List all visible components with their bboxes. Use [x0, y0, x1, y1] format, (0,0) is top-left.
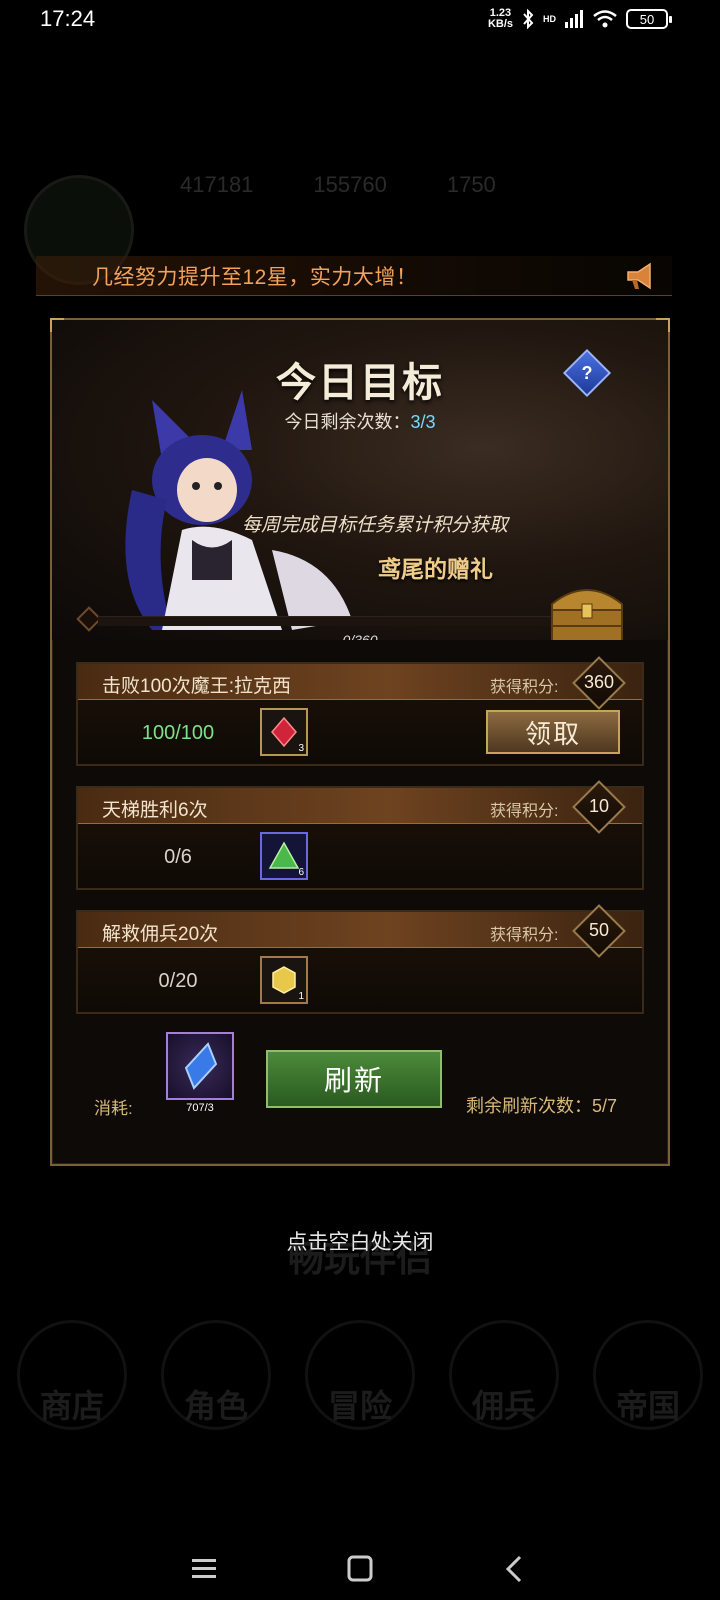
- task-title: 击败100次魔王:拉克西: [102, 676, 291, 697]
- weekly-hint: 每周完成目标任务累计积分获取: [242, 515, 509, 536]
- status-icons: 1.23 KB/s HD 50: [487, 7, 672, 30]
- reward-item-slot[interactable]: 6: [260, 832, 308, 880]
- power-value: 417181: [180, 172, 254, 197]
- claim-button[interactable]: 领取: [486, 710, 620, 754]
- blue-crystal-icon: [184, 1042, 218, 1090]
- battery-icon: 50: [626, 9, 672, 29]
- daily-goal-dialog: 今日目标 ? 今日剩余次数：3/3 每周完成目标任务累计积分获取 鸢尾的赠礼 0…: [50, 318, 670, 1166]
- status-time: 17:24: [40, 6, 96, 31]
- bluetooth-icon: [523, 9, 534, 29]
- item-count: 3: [298, 743, 304, 754]
- cost-count: 707/3: [186, 1102, 214, 1114]
- gold-value: 155760: [313, 172, 387, 197]
- item-count: 6: [298, 867, 304, 878]
- refresh-button[interactable]: 刷新: [266, 1050, 442, 1108]
- points-label: 获得积分:: [490, 803, 559, 820]
- treasure-chest-icon[interactable]: [546, 582, 628, 640]
- hero-banner: 今日目标 ? 今日剩余次数：3/3 每周完成目标任务累计积分获取 鸢尾的赠礼 0…: [52, 320, 668, 640]
- close-hint[interactable]: 点击空白处关闭: [0, 1226, 720, 1256]
- home-icon[interactable]: [340, 1554, 380, 1584]
- task-title: 解救佣兵20次: [102, 924, 219, 945]
- nav-empire: 帝国: [593, 1320, 703, 1430]
- reward-name: 鸢尾的赠礼: [378, 556, 493, 582]
- notice-bar: 几经努力提升至12星，实力大增！: [36, 256, 672, 296]
- back-icon[interactable]: [496, 1554, 536, 1584]
- reward-item-slot[interactable]: 1: [260, 956, 308, 1004]
- status-bar: 17:24 1.23 KB/s HD 50: [0, 0, 720, 40]
- task-header: 天梯胜利6次 获得积分: 10: [78, 780, 642, 834]
- task-title: 天梯胜利6次: [102, 800, 208, 821]
- task-card: 解救佣兵20次 获得积分: 50 0/20 1: [76, 904, 644, 1014]
- nav-shop: 商店: [17, 1320, 127, 1430]
- signal-icon: [565, 10, 583, 28]
- cost-label: 消耗:: [94, 1099, 133, 1118]
- points-progress-bar: [98, 616, 568, 626]
- nav-adventure: 冒险: [305, 1320, 415, 1430]
- wifi-icon: [593, 10, 617, 28]
- task-card: 击败100次魔王:拉克西 获得积分: 360 100/100 3 领取: [76, 656, 644, 766]
- refresh-remaining: 剩余刷新次数：5/7: [466, 1096, 618, 1116]
- task-progress: 0/20: [158, 970, 198, 992]
- signal-hd-label: HD: [543, 14, 556, 24]
- remaining-attempts: 今日剩余次数：3/3: [284, 412, 436, 432]
- resource-bar: 417181 155760 1750: [180, 172, 496, 198]
- reward-item-slot[interactable]: 3: [260, 708, 308, 756]
- megaphone-icon[interactable]: [622, 258, 658, 294]
- cost-item-slot[interactable]: [166, 1032, 234, 1100]
- task-header: 解救佣兵20次 获得积分: 50: [78, 904, 642, 958]
- notice-text: 几经努力提升至12星，实力大增！: [92, 265, 418, 289]
- points-label: 获得积分:: [490, 927, 559, 944]
- background-nav: 商店 角色 冒险 佣兵 帝国: [0, 1320, 720, 1430]
- points-value: 360: [583, 672, 615, 692]
- menu-icon[interactable]: [184, 1554, 224, 1584]
- points-label: 获得积分:: [490, 679, 559, 696]
- points-value: 10: [588, 796, 610, 816]
- task-progress: 0/6: [164, 846, 192, 868]
- task-card: 天梯胜利6次 获得积分: 10 0/6 6: [76, 780, 644, 890]
- points-value: 50: [588, 920, 610, 940]
- item-count: 1: [298, 991, 304, 1002]
- task-progress: 100/100: [141, 722, 215, 744]
- nav-mercenary: 佣兵: [449, 1320, 559, 1430]
- network-speed: 1.23 KB/s: [487, 7, 513, 30]
- system-nav-bar: [0, 1540, 720, 1600]
- remaining-attempts-value: 3/3: [410, 412, 436, 432]
- task-header: 击败100次魔王:拉克西 获得积分: 360: [78, 656, 642, 710]
- gem-value: 1750: [446, 172, 496, 197]
- nav-character: 角色: [161, 1320, 271, 1430]
- help-icon: ?: [581, 362, 593, 383]
